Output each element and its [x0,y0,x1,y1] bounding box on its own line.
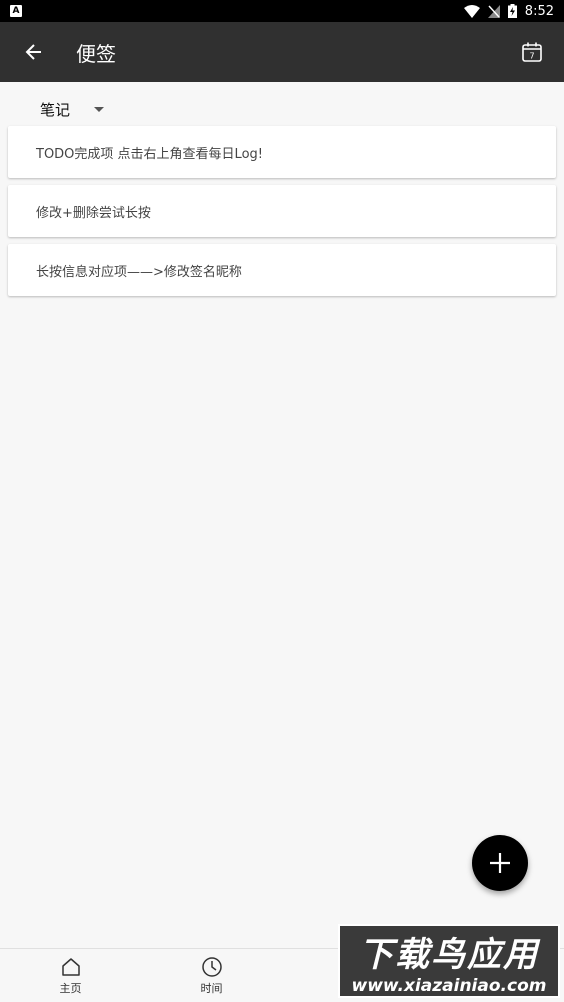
note-text: 修改+删除尝试长按 [36,205,151,221]
calendar-icon: 7 [522,42,542,62]
no-signal-icon [487,4,500,18]
note-item[interactable]: 修改+删除尝试长按 [8,185,556,237]
nav-label: 主页 [59,982,82,995]
status-time: 8:52 [524,3,554,19]
dropdown-arrow-icon [94,106,105,112]
plus-icon [490,853,510,873]
watermark-logo: 下载鸟应用 www.xiazainiao.com [338,924,560,998]
calendar-day: 7 [529,52,534,61]
calendar-log-button[interactable]: 7 [512,32,552,72]
watermark-title: 下载鸟应用 [359,934,539,975]
back-button[interactable] [14,32,54,72]
category-dropdown[interactable]: 笔记 [40,96,105,122]
status-bar: A 8:52 [0,0,564,22]
note-text: 长按信息对应项——>修改签名昵称 [36,264,242,280]
watermark-url: www.xiazainiao.com [351,975,547,996]
add-note-button[interactable] [472,835,528,891]
arrow-back-icon [25,44,41,60]
page-title: 便签 [76,41,116,66]
clock-icon [201,957,222,977]
nav-home[interactable]: 主页 [0,949,141,1002]
note-list: TODO完成项 点击右上角查看每日Log! 修改+删除尝试长按 长按信息对应项—… [8,126,556,303]
app-bar: 便签 7 [0,22,564,82]
status-left: A [10,5,22,17]
note-item[interactable]: TODO完成项 点击右上角查看每日Log! [8,126,556,178]
wifi-icon [463,4,480,18]
status-right: 8:52 [463,3,554,19]
nav-time[interactable]: 时间 [141,949,282,1002]
nav-label: 时间 [200,982,223,995]
notification-badge: A [10,5,22,17]
note-text: TODO完成项 点击右上角查看每日Log! [36,146,263,162]
home-icon [61,958,80,976]
category-selected: 笔记 [40,100,71,119]
note-item[interactable]: 长按信息对应项——>修改签名昵称 [8,244,556,296]
battery-charging-icon [507,4,517,18]
